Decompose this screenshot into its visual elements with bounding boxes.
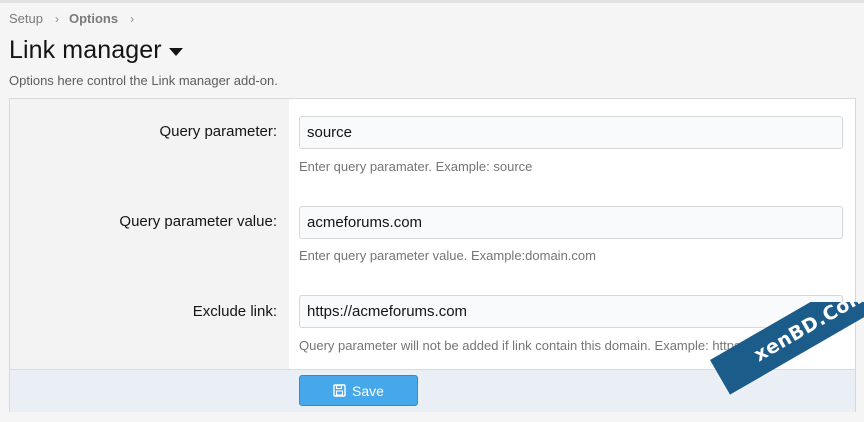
chevron-right-icon: › (54, 11, 59, 26)
query-parameter-value-input[interactable]: acmeforums.com (299, 206, 843, 239)
exclude-link-label: Exclude link: (192, 303, 277, 320)
query-parameter-value-hint: Enter query parameter value. Example:dom… (299, 248, 596, 263)
query-parameter-hint: Enter query paramater. Example: source (299, 159, 533, 174)
query-parameter-label: Query parameter: (159, 123, 277, 140)
exclude-link-hint: Query parameter will not be added if lin… (299, 338, 794, 353)
save-button[interactable]: Save (299, 375, 418, 406)
breadcrumb-setup[interactable]: Setup (9, 11, 43, 26)
exclude-link-input[interactable]: https://acmeforums.com (299, 295, 843, 328)
floppy-disk-icon (333, 384, 346, 397)
form-submit-row: Save (10, 369, 855, 412)
query-parameter-value-label: Query parameter value: (119, 213, 277, 230)
page-title: Link manager (9, 36, 162, 64)
options-form: Query parameter: source Enter query para… (9, 98, 856, 412)
page-description: Options here control the Link manager ad… (9, 73, 278, 88)
chevron-right-icon: › (130, 11, 135, 26)
breadcrumb: Setup › Options › (9, 11, 144, 26)
caret-down-icon (168, 47, 183, 56)
top-bar (0, 0, 864, 3)
page-title-menu[interactable]: Link manager (9, 36, 183, 65)
breadcrumb-options[interactable]: Options (69, 11, 118, 26)
save-button-label: Save (352, 382, 384, 399)
query-parameter-input[interactable]: source (299, 116, 843, 149)
